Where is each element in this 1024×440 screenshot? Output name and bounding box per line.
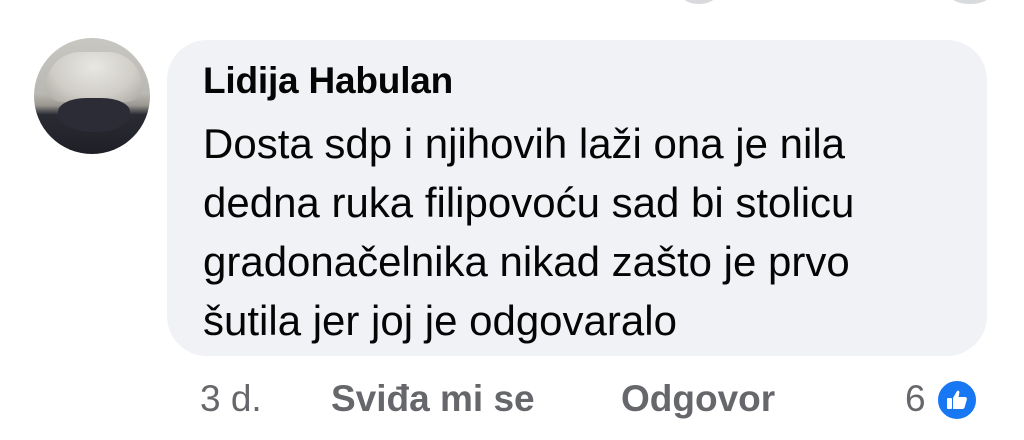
avatar[interactable]: [34, 38, 150, 154]
comment-text-line: Dosta sdp i njihovih laži ona je nila: [203, 120, 846, 167]
reaction-count[interactable]: 6: [905, 378, 926, 420]
cropped-reaction-icon: [950, 0, 990, 4]
comment-text-line: dedna ruka filipovoću sad bi stolicu: [203, 179, 855, 226]
comment-bubble: Lidija Habulan Dosta sdp i njihovih laži…: [167, 40, 987, 356]
like-button[interactable]: Sviđa mi se: [331, 378, 535, 420]
comment-text-line: gradonačelnika nikad zašto je prvo: [203, 238, 850, 285]
avatar-photo-face: [58, 98, 130, 132]
comment-text: Dosta sdp i njihovih laži ona je nila de…: [203, 114, 973, 350]
previous-comment-fragment: [590, 0, 1024, 6]
comment-text-line: šutila jer joj je odgovaralo: [203, 297, 677, 344]
thumbs-up-icon: [947, 390, 967, 409]
comment-author[interactable]: Lidija Habulan: [203, 60, 453, 102]
cropped-glyph: [682, 0, 716, 4]
reply-button[interactable]: Odgovor: [621, 378, 775, 420]
comment-timestamp[interactable]: 3 d.: [200, 378, 262, 420]
avatar-photo-hat: [46, 52, 142, 102]
like-thumb-icon[interactable]: [934, 377, 980, 423]
comment-actions: 3 d. Sviđa mi se Odgovor 6: [0, 378, 1024, 428]
